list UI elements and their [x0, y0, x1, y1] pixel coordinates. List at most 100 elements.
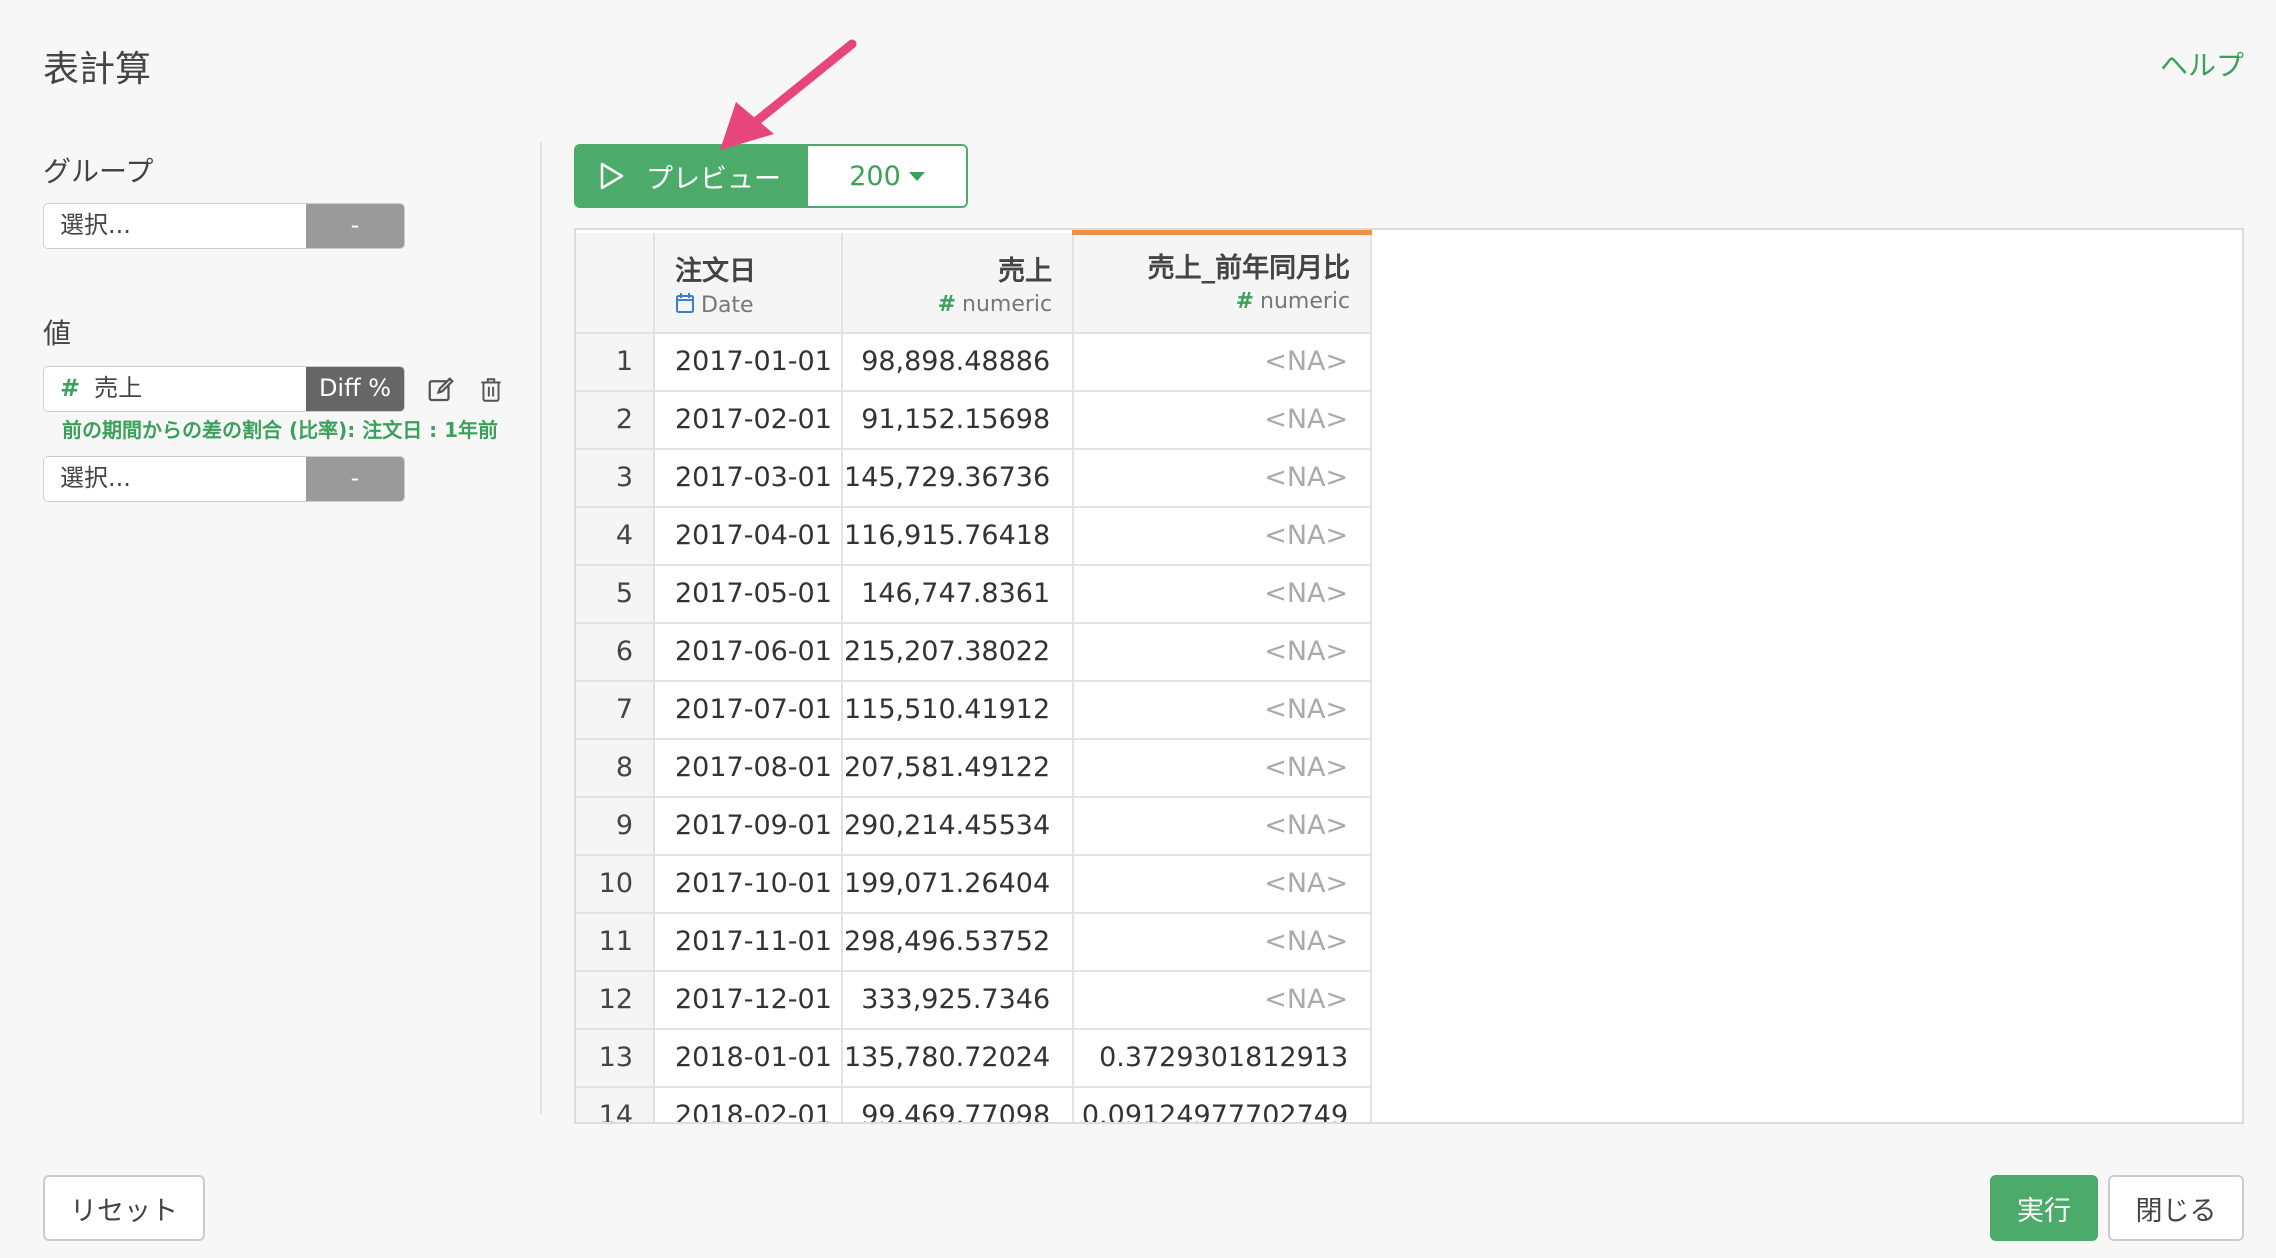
cell-date: 2017-06-01	[654, 622, 843, 682]
table-row: 3 2017-03-01 145,729.36736 <NA>	[576, 448, 1373, 508]
table-row: 12 2017-12-01 333,925.7346 <NA>	[576, 970, 1373, 1030]
table-row: 14 2018-02-01 99,469.77098 0.09124977702749	[576, 1086, 1373, 1122]
cell-sales: 99,469.77098	[842, 1086, 1075, 1122]
column-name: 注文日	[675, 255, 756, 287]
value-item-actions	[423, 372, 509, 408]
cell-date: 2018-01-01	[654, 1028, 843, 1088]
row-index: 9	[576, 796, 655, 856]
table-row: 13 2018-01-01 135,780.72024 0.3729301812913	[576, 1028, 1373, 1088]
cell-yoy: <NA>	[1073, 390, 1373, 450]
cell-date: 2017-04-01	[654, 506, 843, 566]
group-clear-button[interactable]: -	[306, 204, 404, 248]
cell-date: 2017-10-01	[654, 854, 843, 914]
table-row: 6 2017-06-01 215,207.38022 <NA>	[576, 622, 1373, 682]
cell-yoy: 0.09124977702749	[1073, 1086, 1373, 1122]
value-select-input[interactable]: 選択...	[44, 457, 306, 501]
cell-yoy: <NA>	[1073, 796, 1373, 856]
cell-yoy: 0.3729301812913	[1073, 1028, 1373, 1088]
column-header-sales[interactable]: 売上 # numeric	[842, 232, 1075, 334]
panel-divider	[540, 142, 542, 1114]
annotation-arrow-icon	[720, 39, 857, 150]
close-button[interactable]: 閉じる	[2108, 1175, 2244, 1241]
column-header-yoy[interactable]: 売上_前年同月比 # numeric	[1073, 230, 1373, 334]
rows-value: 200	[849, 160, 901, 192]
column-type: # numeric	[1235, 289, 1351, 314]
cell-date: 2018-02-01	[654, 1086, 843, 1122]
run-button[interactable]: 実行	[1990, 1175, 2098, 1241]
column-type: Date	[675, 292, 840, 318]
table-row: 5 2017-05-01 146,747.8361 <NA>	[576, 564, 1373, 624]
cell-sales: 91,152.15698	[842, 390, 1075, 450]
data-table: 注文日 Date 売上 # numeric 売上_前年同月比 # numeric…	[576, 230, 1373, 1122]
cell-sales: 207,581.49122	[842, 738, 1075, 798]
row-index: 4	[576, 506, 655, 566]
cell-sales: 116,915.76418	[842, 506, 1075, 566]
cell-sales: 215,207.38022	[842, 622, 1075, 682]
row-index: 5	[576, 564, 655, 624]
cell-yoy: <NA>	[1073, 506, 1373, 566]
cell-date: 2017-08-01	[654, 738, 843, 798]
help-link[interactable]: ヘルプ	[2160, 44, 2244, 84]
row-index: 13	[576, 1028, 655, 1088]
row-index-header	[576, 232, 655, 334]
column-name: 売上	[998, 255, 1053, 287]
table-row: 2 2017-02-01 91,152.15698 <NA>	[576, 390, 1373, 450]
group-label: グループ	[43, 155, 154, 188]
cell-yoy: <NA>	[1073, 854, 1373, 914]
row-index: 7	[576, 680, 655, 740]
preview-table: 注文日 Date 売上 # numeric 売上_前年同月比 # numeric…	[574, 228, 2244, 1124]
calc-type-button[interactable]: Diff %	[306, 367, 404, 411]
cell-sales: 333,925.7346	[842, 970, 1075, 1030]
dialog-title: 表計算	[43, 49, 152, 90]
cell-date: 2017-03-01	[654, 448, 843, 508]
value-label: 値	[43, 317, 72, 350]
cell-sales: 145,729.36736	[842, 448, 1075, 508]
cell-sales: 135,780.72024	[842, 1028, 1075, 1088]
column-header-date[interactable]: 注文日 Date	[654, 232, 843, 334]
calc-description: 前の期間からの差の割合 (比率): 注文日 : 1年前	[62, 418, 499, 442]
row-index: 1	[576, 332, 655, 392]
cell-yoy: <NA>	[1073, 738, 1373, 798]
cell-date: 2017-07-01	[654, 680, 843, 740]
value-column-name: 売上	[94, 374, 143, 402]
cell-sales: 199,071.26404	[842, 854, 1075, 914]
cell-yoy: <NA>	[1073, 970, 1373, 1030]
column-name: 売上_前年同月比	[1147, 253, 1351, 284]
trash-icon[interactable]	[473, 372, 509, 408]
cell-yoy: <NA>	[1073, 912, 1373, 972]
cell-sales: 290,214.45534	[842, 796, 1075, 856]
calendar-icon	[676, 292, 694, 313]
row-index: 10	[576, 854, 655, 914]
row-index: 11	[576, 912, 655, 972]
rows-dropdown[interactable]: 200	[808, 146, 966, 206]
edit-icon[interactable]	[423, 372, 459, 408]
table-row: 11 2017-11-01 298,496.53752 <NA>	[576, 912, 1373, 972]
cell-sales: 115,510.41912	[842, 680, 1075, 740]
cell-yoy: <NA>	[1073, 564, 1373, 624]
row-index: 8	[576, 738, 655, 798]
preview-button[interactable]: プレビュー	[576, 146, 808, 206]
cell-yoy: <NA>	[1073, 448, 1373, 508]
cell-yoy: <NA>	[1073, 332, 1373, 392]
group-select-input[interactable]: 選択...	[44, 204, 306, 248]
group-select[interactable]: 選択... -	[43, 203, 405, 249]
cell-sales: 98,898.48886	[842, 332, 1075, 392]
cell-date: 2017-05-01	[654, 564, 843, 624]
value-column-field[interactable]: # 売上	[44, 367, 306, 411]
row-index: 14	[576, 1086, 655, 1122]
value-item[interactable]: # 売上 Diff %	[43, 366, 405, 412]
cell-date: 2017-11-01	[654, 912, 843, 972]
table-row: 4 2017-04-01 116,915.76418 <NA>	[576, 506, 1373, 566]
table-header-row: 注文日 Date 売上 # numeric 売上_前年同月比 # numeric	[576, 230, 1373, 334]
numeric-type-icon: #	[1235, 289, 1255, 314]
row-index: 12	[576, 970, 655, 1030]
value-select[interactable]: 選択... -	[43, 456, 405, 502]
preview-label: プレビュー	[646, 163, 781, 195]
cell-yoy: <NA>	[1073, 622, 1373, 682]
cell-date: 2017-12-01	[654, 970, 843, 1030]
table-row: 8 2017-08-01 207,581.49122 <NA>	[576, 738, 1373, 798]
table-row: 9 2017-09-01 290,214.45534 <NA>	[576, 796, 1373, 856]
value-clear-button[interactable]: -	[306, 457, 404, 501]
cell-date: 2017-01-01	[654, 332, 843, 392]
reset-button[interactable]: リセット	[43, 1175, 205, 1241]
